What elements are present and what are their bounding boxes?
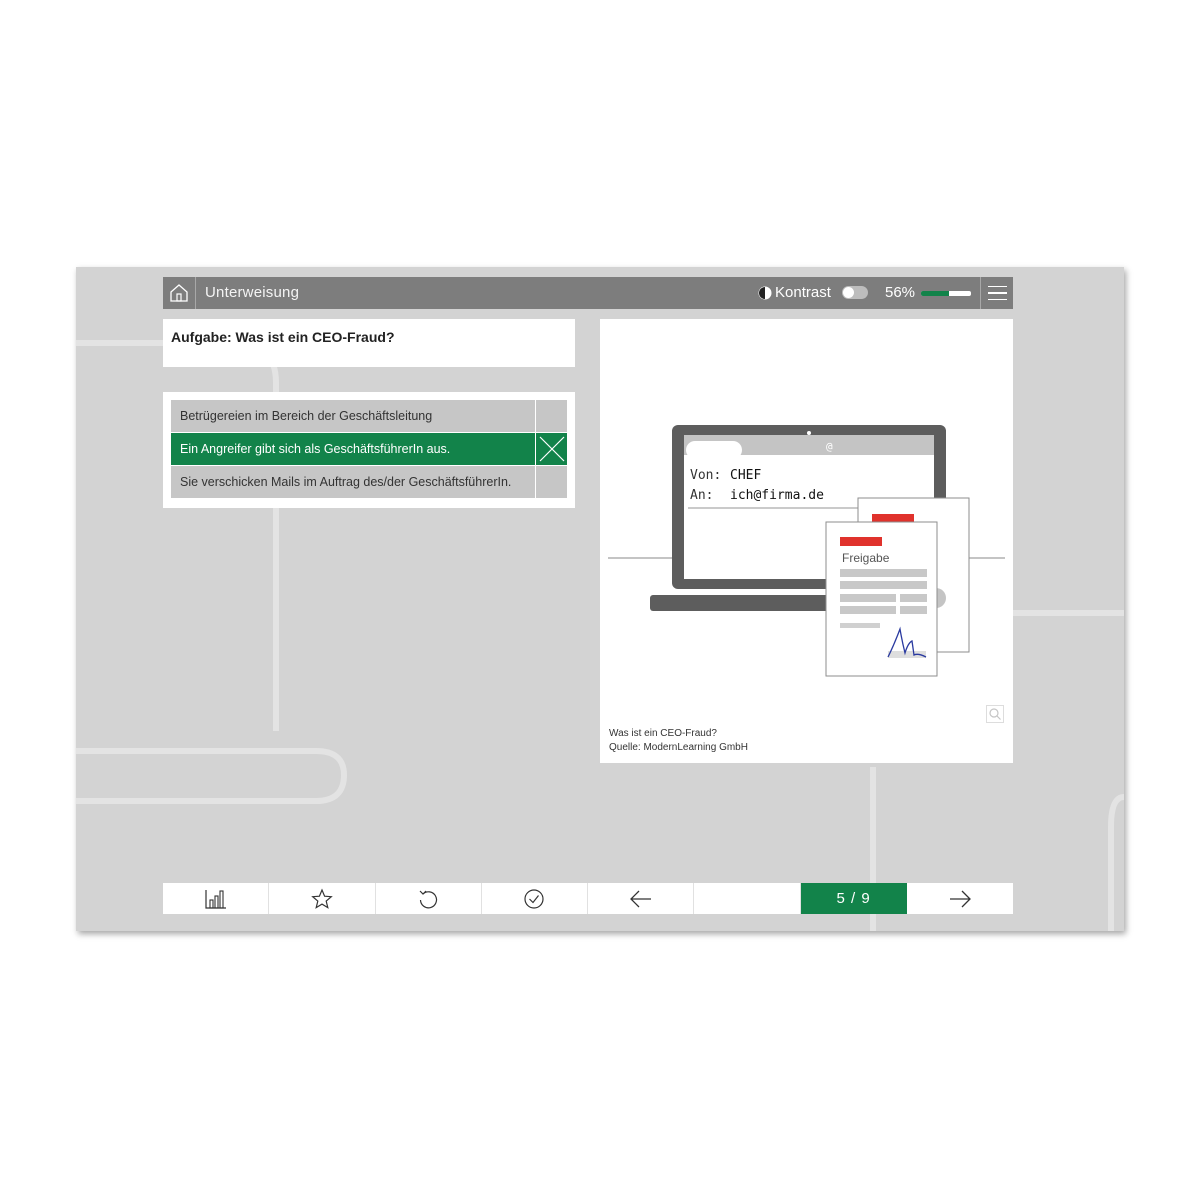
- toolbar-spacer: [694, 883, 801, 914]
- check-circle-icon: [524, 888, 544, 909]
- answer-checkbox[interactable]: [535, 400, 567, 432]
- task-card: Aufgabe: Was ist ein CEO-Fraud?: [163, 319, 575, 367]
- app-window: Unterweisung Kontrast 56% Aufgabe: Was i…: [76, 267, 1124, 931]
- previous-button[interactable]: [588, 883, 695, 914]
- contrast-switch[interactable]: [841, 286, 868, 299]
- media-panel: @ Von: CHEF An: ich@firma.de Freigabe Wa…: [600, 319, 1013, 763]
- answer-option[interactable]: Betrügereien im Bereich der Geschäftslei…: [171, 400, 567, 433]
- caption-title: Was ist ein CEO-Fraud?: [609, 728, 717, 739]
- progress-bar: [921, 291, 971, 296]
- top-bar: Unterweisung Kontrast 56%: [163, 277, 1013, 309]
- media-caption: Was ist ein CEO-Fraud? Quelle: ModernLea…: [609, 727, 748, 755]
- contrast-icon: [758, 286, 772, 299]
- task-title: Aufgabe: Was ist ein CEO-Fraud?: [171, 329, 395, 345]
- email-from-label: Von:: [690, 468, 721, 483]
- menu-icon-line: [987, 298, 1007, 301]
- menu-icon-line: [987, 292, 1007, 294]
- cross-mark-icon: [539, 436, 564, 462]
- at-sign: @: [826, 440, 833, 453]
- menu-icon-line: [987, 285, 1007, 288]
- answer-label: Sie verschicken Mails im Auftrag des/der…: [180, 475, 512, 489]
- star-icon: [311, 887, 333, 909]
- answer-option-selected[interactable]: Ein Angreifer gibt sich als Geschäftsfüh…: [171, 433, 567, 466]
- bookmark-button[interactable]: [269, 883, 376, 914]
- check-button[interactable]: [482, 883, 588, 914]
- caption-source: Quelle: ModernLearning GmbH: [609, 742, 748, 753]
- menu-button[interactable]: [980, 277, 1013, 309]
- reload-icon: [419, 890, 438, 908]
- email-to-label: An:: [690, 488, 713, 503]
- contrast-toggle[interactable]: Kontrast: [758, 284, 868, 301]
- progress-percent: 56%: [885, 284, 916, 301]
- app-title: Unterweisung: [205, 284, 300, 301]
- answer-option[interactable]: Sie verschicken Mails im Auftrag des/der…: [171, 466, 567, 499]
- contrast-label: Kontrast: [775, 284, 831, 301]
- arrow-right-icon: [949, 890, 971, 907]
- answer-checkbox[interactable]: [535, 466, 567, 498]
- page-indicator: 5 / 9: [800, 883, 907, 914]
- zoom-button[interactable]: [986, 705, 1004, 723]
- reload-button[interactable]: [376, 883, 482, 914]
- email-from-value: CHEF: [730, 468, 761, 483]
- arrow-left-icon: [629, 890, 651, 907]
- next-button[interactable]: [907, 883, 1013, 914]
- email-to-value: ich@firma.de: [730, 488, 824, 503]
- bottom-toolbar: 5 / 9: [163, 883, 1013, 914]
- ceo-fraud-illustration[interactable]: @ Von: CHEF An: ich@firma.de Freigabe: [600, 319, 1013, 719]
- home-icon: [170, 284, 188, 302]
- magnifier-icon: [989, 708, 1001, 720]
- stats-icon: [205, 889, 226, 909]
- answer-checkbox[interactable]: [535, 433, 567, 465]
- answer-label: Betrügereien im Bereich der Geschäftslei…: [180, 409, 433, 423]
- answer-label: Ein Angreifer gibt sich als Geschäftsfüh…: [180, 442, 451, 456]
- doc-label: Freigabe: [842, 551, 890, 565]
- home-button[interactable]: [163, 277, 196, 309]
- progress-bar-fill: [921, 291, 949, 296]
- stats-button[interactable]: [163, 883, 270, 914]
- answer-list: Betrügereien im Bereich der Geschäftslei…: [163, 392, 575, 508]
